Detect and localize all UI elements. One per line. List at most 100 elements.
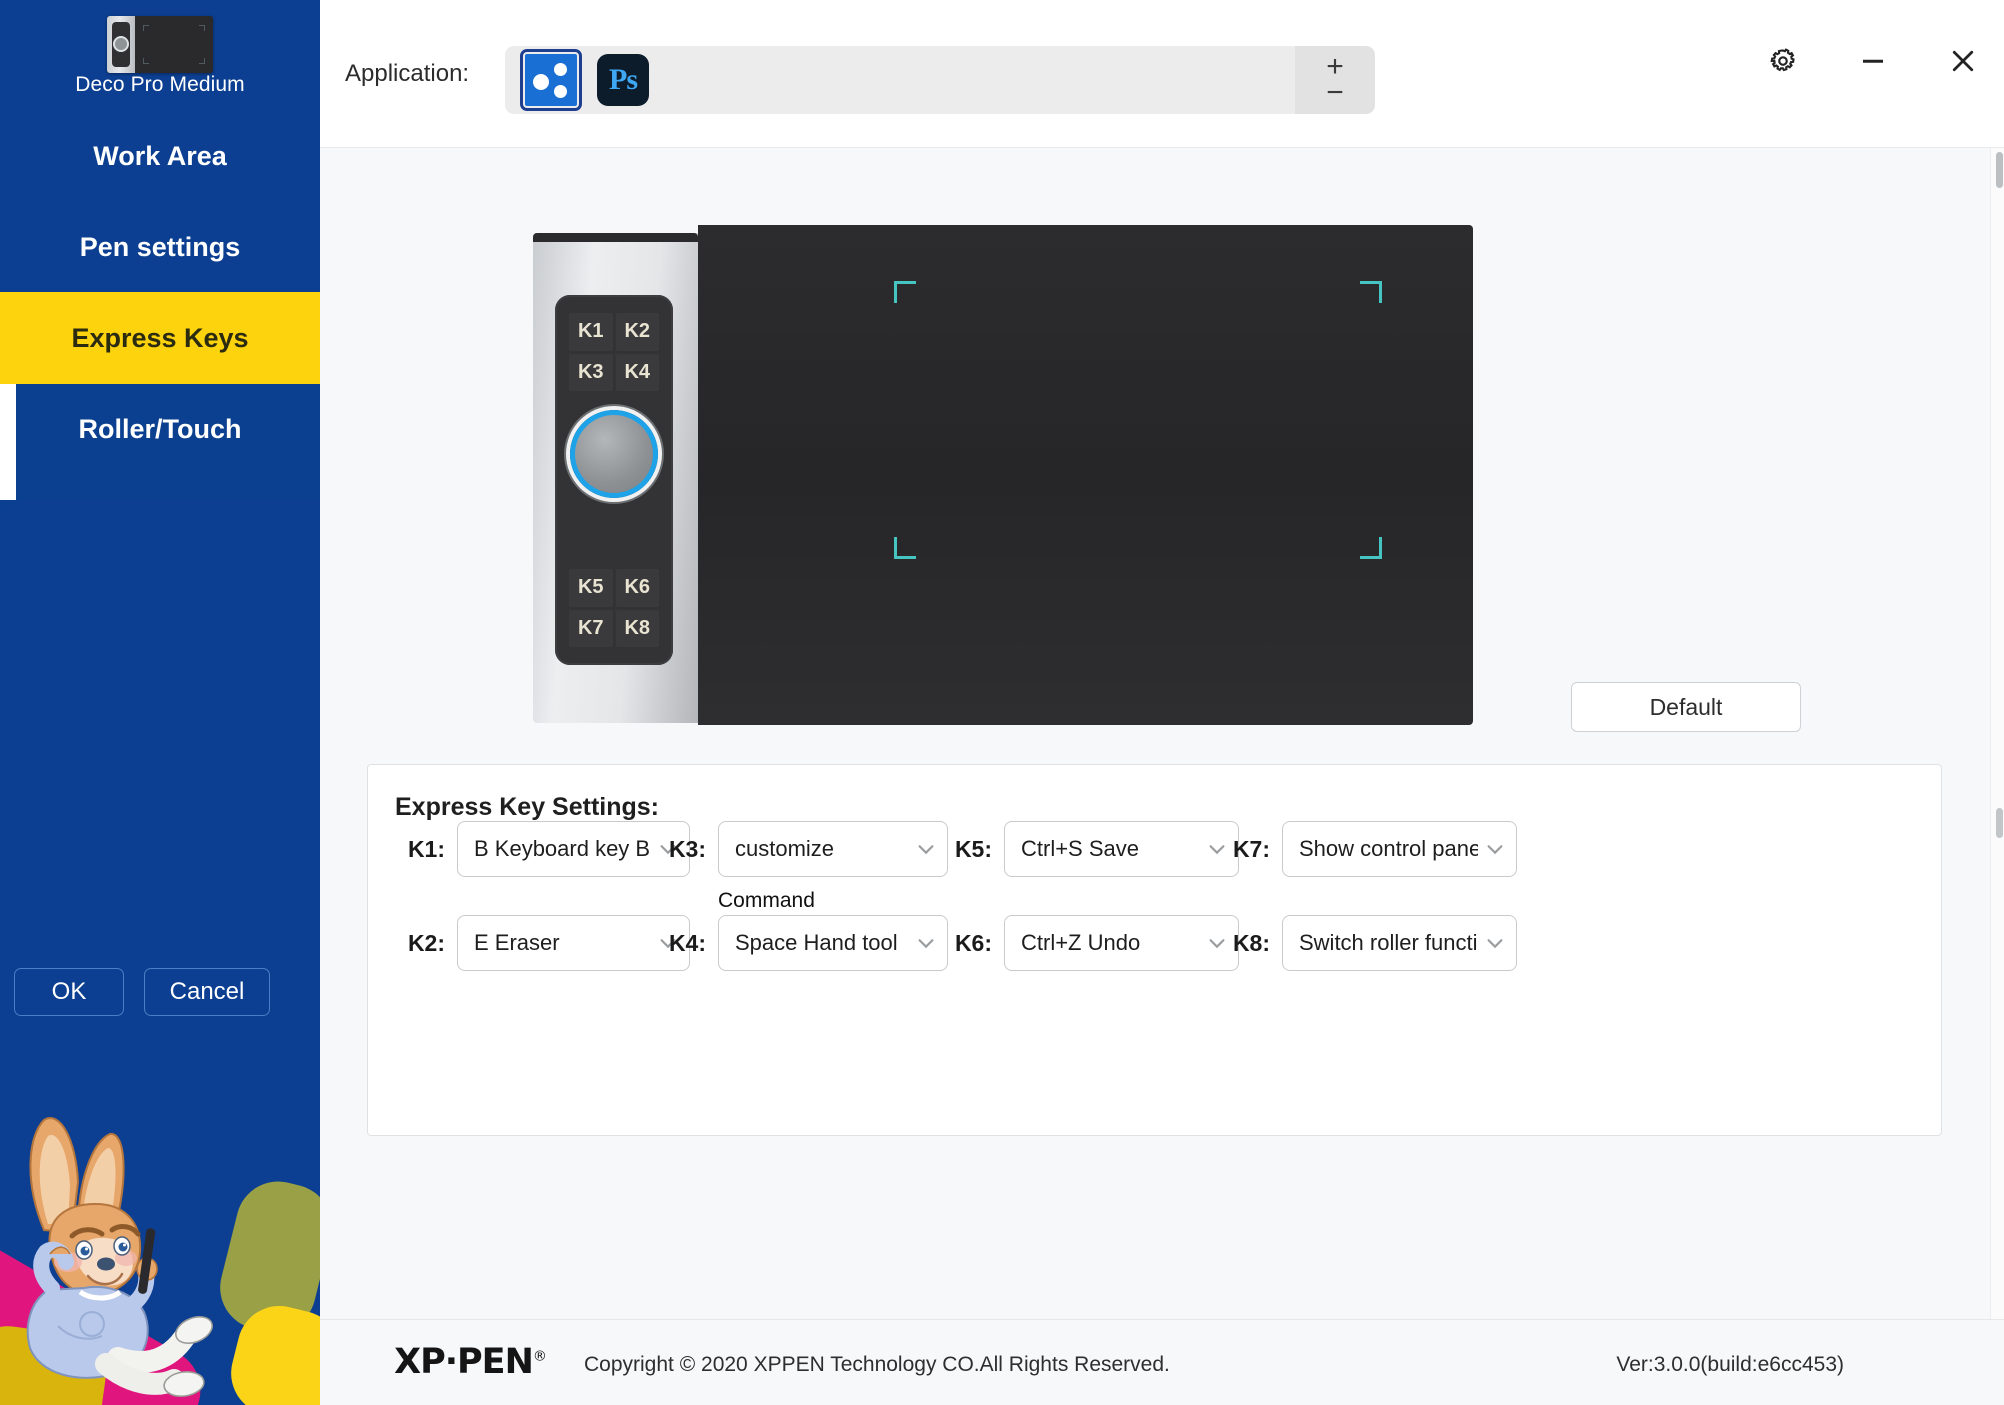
application-add-remove: + − <box>1295 46 1375 114</box>
key-select-k6[interactable]: Ctrl+Z Undo <box>1004 915 1239 971</box>
xppen-driver-window: Deco Pro Medium Work Area Pen settings E… <box>0 0 2004 1405</box>
cancel-button[interactable]: Cancel <box>144 968 270 1016</box>
scrollbar-thumb-secondary[interactable] <box>1996 808 2003 838</box>
key-label-k7: K7: <box>1220 836 1270 863</box>
chevron-down-icon <box>915 838 937 860</box>
key-select-k5[interactable]: Ctrl+S Save <box>1004 821 1239 877</box>
active-area-markers <box>698 225 1473 725</box>
ok-button[interactable]: OK <box>14 968 124 1016</box>
chevron-down-icon <box>1484 932 1506 954</box>
mascot-illustration <box>0 1040 320 1405</box>
key-label-k3: K3: <box>656 836 706 863</box>
ok-button-label: OK <box>52 978 87 1006</box>
dot-small-top <box>554 63 567 76</box>
key-label-k4: K4: <box>656 930 706 957</box>
default-button-label: Default <box>1650 694 1723 721</box>
express-keys-group-bottom: K5 K6 K7 K8 <box>569 569 659 647</box>
corner-marker-tr <box>1360 281 1382 303</box>
tablet-thumbnail-icon <box>107 16 213 73</box>
sidebar-item-pen-settings[interactable]: Pen settings <box>0 201 320 293</box>
key-row-k3: K3: customize <box>656 821 948 877</box>
tablet-key-k7[interactable]: K7 <box>569 610 613 648</box>
sidebar-item-label: Express Keys <box>71 323 248 354</box>
tablet-key-k5[interactable]: K5 <box>569 569 613 607</box>
thumb-dial-icon <box>113 36 129 52</box>
key-label-k6: K6: <box>942 930 992 957</box>
ps-icon-label: Ps <box>609 63 637 97</box>
cancel-button-label: Cancel <box>170 978 245 1006</box>
dot-large <box>533 74 549 90</box>
top-bar: Application: Ps + − <box>320 0 2004 148</box>
sidebar-item-label: Roller/Touch <box>78 414 241 445</box>
default-button[interactable]: Default <box>1571 682 1801 732</box>
tablet-key-k6[interactable]: K6 <box>616 569 660 607</box>
corner-marker-br <box>1360 537 1382 559</box>
sidebar: Deco Pro Medium Work Area Pen settings E… <box>0 0 320 1405</box>
app-icon-all-applications[interactable] <box>525 54 577 106</box>
key-label-k8: K8: <box>1220 930 1270 957</box>
thumb-corner-tr <box>199 25 205 31</box>
thumb-corner-br <box>199 58 205 64</box>
key-row-k6: K6: Ctrl+Z Undo <box>942 915 1239 971</box>
roller-dial-icon[interactable] <box>570 410 658 498</box>
corner-marker-bl <box>894 537 916 559</box>
thumb-left-panel <box>107 16 135 73</box>
sidebar-item-work-area[interactable]: Work Area <box>0 110 320 202</box>
key-select-k4[interactable]: Space Hand tool <box>718 915 948 971</box>
sidebar-actions: OK Cancel <box>14 968 270 1016</box>
tablet-key-k1[interactable]: K1 <box>569 313 613 351</box>
tablet-key-k3[interactable]: K3 <box>569 354 613 392</box>
tablet-key-k2[interactable]: K2 <box>616 313 660 351</box>
corner-marker-tl <box>894 281 916 303</box>
key-label-k2: K2: <box>395 930 445 957</box>
panel-title: Express Key Settings: <box>395 793 659 822</box>
key-value-k4: Space Hand tool <box>735 930 909 956</box>
key-row-k5: K5: Ctrl+S Save <box>942 821 1239 877</box>
brand-text: XP·PEN <box>394 1342 533 1382</box>
app-icon-photoshop[interactable]: Ps <box>597 54 649 106</box>
tablet-top-bevel <box>533 233 698 242</box>
close-icon[interactable] <box>1942 40 1984 82</box>
registered-mark: ® <box>533 1348 546 1364</box>
tablet-preview: K1 K2 K3 K4 K5 K6 K7 K8 <box>533 225 1473 725</box>
key-row-k2: K2: E Eraser <box>395 915 690 971</box>
sidebar-item-express-keys[interactable]: Express Keys <box>0 292 320 384</box>
version-text: Ver:3.0.0(build:e6cc453) <box>1616 1353 1844 1377</box>
tablet-key-k4[interactable]: K4 <box>616 354 660 392</box>
key-select-k7[interactable]: Show control panel <box>1282 821 1517 877</box>
thumb-corner-bl <box>143 58 149 64</box>
sidebar-item-roller-touch[interactable]: Roller/Touch <box>0 383 320 475</box>
window-controls <box>1762 40 1984 82</box>
key-row-k8: K8: Switch roller function <box>1220 915 1517 971</box>
vertical-scrollbar[interactable] <box>1990 148 2004 1319</box>
device-name: Deco Pro Medium <box>0 73 320 97</box>
key-row-k4: K4: Space Hand tool <box>656 915 948 971</box>
express-keys-panel: K1 K2 K3 K4 K5 K6 K7 K8 <box>555 295 673 665</box>
express-keys-group-top: K1 K2 K3 K4 <box>569 313 659 391</box>
key-label-k1: K1: <box>395 836 445 863</box>
key-label-k5: K5: <box>942 836 992 863</box>
k3-command-note: Command <box>718 889 815 913</box>
footer: XP·PEN® Copyright © 2020 XPPEN Technolog… <box>320 1319 2004 1405</box>
scrollbar-thumb[interactable] <box>1996 152 2003 188</box>
xppen-logo: XP·PEN® <box>320 1342 620 1382</box>
remove-application-button[interactable]: − <box>1326 81 1344 105</box>
main-content: K1 K2 K3 K4 K5 K6 K7 K8 <box>320 148 1984 1319</box>
key-value-k3: customize <box>735 836 909 862</box>
express-key-settings-panel: Express Key Settings: K1: B Keyboard key… <box>367 764 1942 1136</box>
tablet-key-k8[interactable]: K8 <box>616 610 660 648</box>
key-value-k7: Show control panel <box>1299 836 1478 862</box>
sidebar-item-label: Pen settings <box>80 232 241 263</box>
key-value-k8: Switch roller function <box>1299 930 1478 956</box>
chevron-down-icon <box>1484 838 1506 860</box>
tablet-left-panel: K1 K2 K3 K4 K5 K6 K7 K8 <box>533 233 698 723</box>
minimize-icon[interactable] <box>1852 40 1894 82</box>
application-tray: Ps <box>505 46 1295 114</box>
key-select-k3[interactable]: customize <box>718 821 948 877</box>
gear-icon[interactable] <box>1762 40 1804 82</box>
key-select-k8[interactable]: Switch roller function <box>1282 915 1517 971</box>
key-value-k5: Ctrl+S Save <box>1021 836 1200 862</box>
key-row-k7: K7: Show control panel <box>1220 821 1517 877</box>
copyright-text: Copyright © 2020 XPPEN Technology CO.All… <box>584 1353 1170 1377</box>
fox-mascot-icon <box>14 1112 244 1402</box>
